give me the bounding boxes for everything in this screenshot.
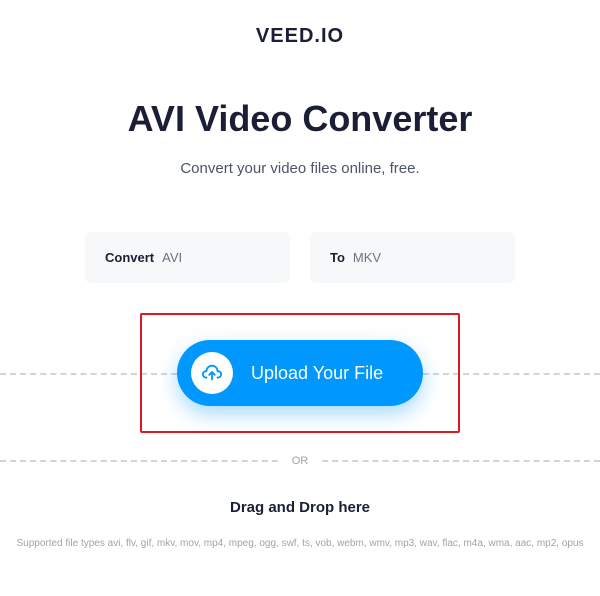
upload-section: Upload Your File — [85, 313, 515, 433]
or-divider: OR — [0, 451, 600, 469]
supported-filetypes: Supported file types avi, flv, gif, mkv,… — [0, 538, 600, 549]
or-label: OR — [278, 455, 323, 467]
convert-to-label: To — [330, 250, 345, 265]
convert-from-selector[interactable]: Convert AVI — [85, 232, 290, 283]
convert-to-selector[interactable]: To MKV — [310, 232, 515, 283]
page-title: AVI Video Converter — [0, 98, 600, 140]
logo: VEED.IO — [0, 0, 600, 98]
upload-button[interactable]: Upload Your File — [177, 340, 423, 406]
upload-icon-circle — [191, 352, 233, 394]
cloud-upload-icon — [201, 362, 223, 384]
upload-button-label: Upload Your File — [251, 363, 383, 384]
format-selectors: Convert AVI To MKV — [0, 232, 600, 283]
convert-from-value: AVI — [162, 250, 182, 265]
page-subtitle: Convert your video files online, free. — [0, 160, 600, 177]
highlight-box: Upload Your File — [140, 313, 460, 433]
convert-to-value: MKV — [353, 250, 381, 265]
drag-drop-label: Drag and Drop here — [0, 499, 600, 516]
convert-from-label: Convert — [105, 250, 154, 265]
